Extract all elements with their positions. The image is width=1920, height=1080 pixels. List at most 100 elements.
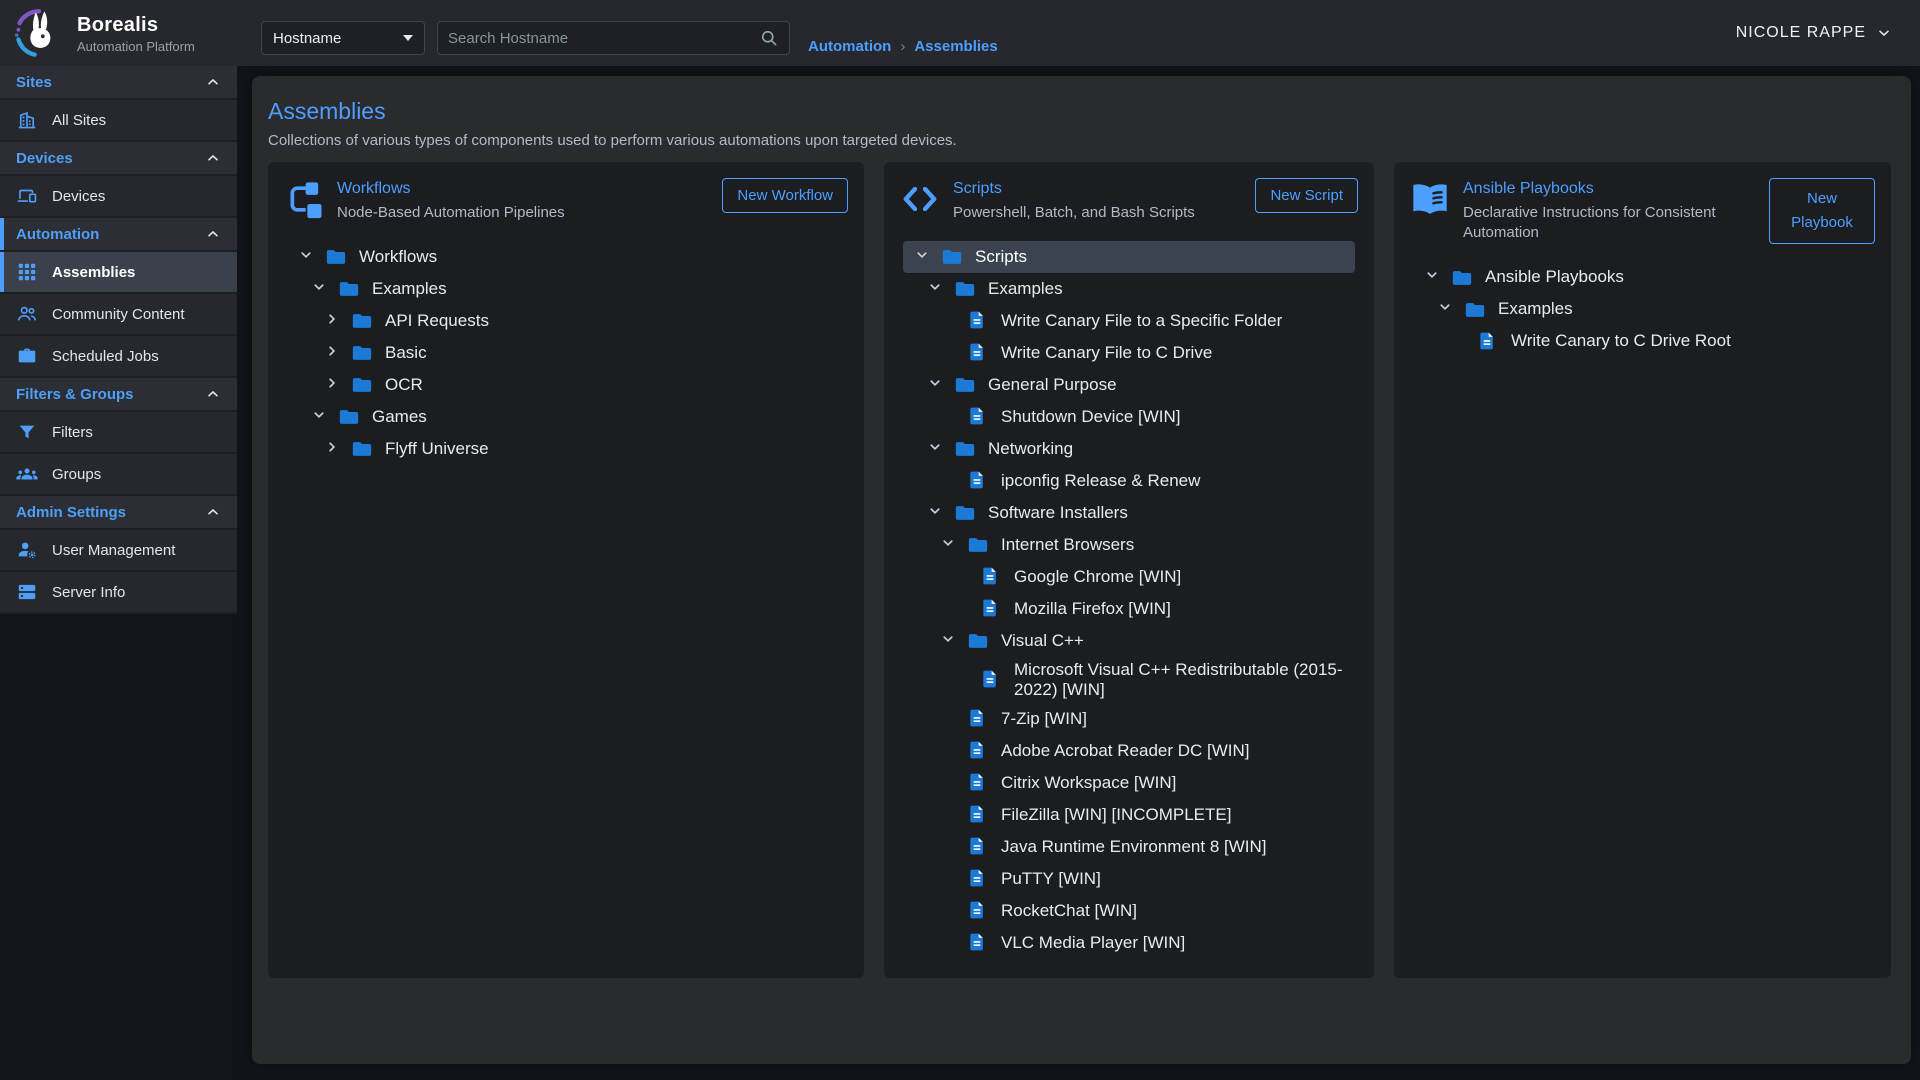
chevron-right-icon[interactable] (323, 438, 341, 461)
sidebar-item-label: Community Content (52, 306, 185, 323)
chevron-down-icon[interactable] (310, 406, 328, 429)
page-subtitle: Collections of various types of componen… (268, 132, 1895, 149)
tree-item-ocr[interactable]: OCR (287, 369, 845, 401)
search-input[interactable] (448, 30, 751, 47)
new-playbook-button[interactable]: New Playbook (1769, 178, 1875, 244)
sidebar-nav: SitesAll SitesDevicesDevicesAutomationAs… (0, 66, 237, 614)
file-icon (967, 868, 989, 890)
new-script-button[interactable]: New Script (1255, 178, 1358, 213)
tree-item-vlc-media-player-win[interactable]: VLC Media Player [WIN] (903, 927, 1355, 959)
tree-item-7-zip-win[interactable]: 7-Zip [WIN] (903, 703, 1355, 735)
sidebar-item-filters[interactable]: Filters (0, 412, 237, 452)
tree-item-visual-c[interactable]: Visual C++ (903, 625, 1355, 657)
sidebar-item-server-info[interactable]: Server Info (0, 572, 237, 612)
workflows-tree: WorkflowsExamplesAPI Requests Basic OCR Gam… (268, 241, 864, 465)
hostname-select[interactable]: Hostname (261, 21, 425, 55)
tree-item-internet-browsers[interactable]: Internet Browsers (903, 529, 1355, 561)
tree-item-games[interactable]: Games (287, 401, 845, 433)
chevron-right-icon[interactable] (323, 374, 341, 397)
tree-item-examples[interactable]: Examples (1413, 294, 1872, 326)
sidebar-section-automation[interactable]: Automation (0, 218, 237, 250)
tree-item-write-canary-to-c-drive-root[interactable]: Write Canary to C Drive Root (1413, 326, 1872, 358)
tree-item-write-canary-file-to-a-specific-folder[interactable]: Write Canary File to a Specific Folder (903, 305, 1355, 337)
tree-chevron-slot (323, 374, 351, 397)
tree-item-write-canary-file-to-c-drive[interactable]: Write Canary File to C Drive (903, 337, 1355, 369)
tree-item-basic[interactable]: Basic (287, 337, 845, 369)
chevron-down-icon[interactable] (1423, 266, 1441, 289)
new-workflow-button[interactable]: New Workflow (722, 178, 848, 213)
breadcrumb-assemblies[interactable]: Assemblies (914, 38, 997, 55)
chevron-down-icon[interactable] (926, 278, 944, 301)
breadcrumb-automation[interactable]: Automation (808, 38, 891, 55)
sidebar-section-devices[interactable]: Devices (0, 142, 237, 174)
brand-tagline: Automation Platform (77, 39, 195, 54)
tree-item-workflows[interactable]: Workflows (287, 241, 845, 273)
tree-item-shutdown-device-win[interactable]: Shutdown Device [WIN] (903, 401, 1355, 433)
file-icon (967, 900, 989, 922)
file-icon (980, 566, 1002, 588)
folder-icon (967, 630, 989, 652)
chevron-down-icon[interactable] (926, 438, 944, 461)
sidebar-section-filters-groups[interactable]: Filters & Groups (0, 378, 237, 410)
sidebar-item-community-content[interactable]: Community Content (0, 294, 237, 334)
tree-item-label: OCR (385, 372, 423, 398)
chevron-down-icon[interactable] (926, 374, 944, 397)
sidebar-item-devices[interactable]: Devices (0, 176, 237, 216)
tree-item-ansible-playbooks[interactable]: Ansible Playbooks (1413, 262, 1872, 294)
tree-item-label: Write Canary File to C Drive (1001, 340, 1212, 366)
scripts-card: Scripts Powershell, Batch, and Bash Scri… (884, 162, 1374, 978)
chevron-down-icon[interactable] (297, 246, 315, 269)
tree-item-label: Citrix Workspace [WIN] (1001, 770, 1176, 796)
tree-item-microsoft-visual-c-redistributable-2015-2022-win[interactable]: Microsoft Visual C++ Redistributable (20… (903, 657, 1355, 703)
tree-item-label: ipconfig Release & Renew (1001, 468, 1200, 494)
tree-item-filezilla-win-incomplete[interactable]: FileZilla [WIN] [INCOMPLETE] (903, 799, 1355, 831)
sidebar-item-assemblies[interactable]: Assemblies (0, 252, 237, 292)
tree-item-mozilla-firefox-win[interactable]: Mozilla Firefox [WIN] (903, 593, 1355, 625)
tree-item-google-chrome-win[interactable]: Google Chrome [WIN] (903, 561, 1355, 593)
chevron-down-icon[interactable] (926, 502, 944, 525)
sidebar-item-groups[interactable]: Groups (0, 454, 237, 494)
sidebar-item-all-sites[interactable]: All Sites (0, 100, 237, 140)
chevron-down-icon[interactable] (310, 278, 328, 301)
chevron-down-icon[interactable] (939, 630, 957, 653)
tree-item-general-purpose[interactable]: General Purpose (903, 369, 1355, 401)
tree-item-label: Write Canary to C Drive Root (1511, 328, 1731, 354)
top-header: Borealis Automation Platform Hostname Au… (0, 0, 1920, 66)
borealis-rabbit-logo-icon (13, 7, 65, 59)
file-icon (967, 342, 989, 364)
chevron-right-icon[interactable] (323, 310, 341, 333)
chevron-right-icon[interactable] (323, 342, 341, 365)
chevron-down-icon[interactable] (939, 534, 957, 557)
tree-item-ipconfig-release-renew[interactable]: ipconfig Release & Renew (903, 465, 1355, 497)
tree-item-networking[interactable]: Networking (903, 433, 1355, 465)
folder-icon (325, 246, 347, 268)
file-icon (967, 470, 989, 492)
sidebar-item-user-management[interactable]: User Management (0, 530, 237, 570)
tree-item-rocketchat-win[interactable]: RocketChat [WIN] (903, 895, 1355, 927)
tree-item-label: Basic (385, 340, 427, 366)
tree-item-adobe-acrobat-reader-dc-win[interactable]: Adobe Acrobat Reader DC [WIN] (903, 735, 1355, 767)
tree-chevron-slot (310, 406, 338, 429)
brand-logo-link[interactable]: Borealis Automation Platform (0, 7, 237, 59)
chevron-down-icon[interactable] (913, 246, 931, 269)
tree-item-flyff-universe[interactable]: Flyff Universe (287, 433, 845, 465)
chevron-down-icon[interactable] (1436, 298, 1454, 321)
sidebar-section-sites[interactable]: Sites (0, 66, 237, 98)
sidebar-item-scheduled-jobs[interactable]: Scheduled Jobs (0, 336, 237, 376)
search-icon[interactable] (759, 28, 779, 48)
server-icon (16, 581, 38, 603)
user-menu[interactable]: NICOLE RAPPE (1736, 24, 1892, 42)
sidebar-section-admin-settings[interactable]: Admin Settings (0, 496, 237, 528)
tree-item-citrix-workspace-win[interactable]: Citrix Workspace [WIN] (903, 767, 1355, 799)
borealis-app: { "brand": { "name": "Borealis", "taglin… (0, 0, 1920, 1080)
folder-icon (351, 438, 373, 460)
tree-item-scripts[interactable]: Scripts (903, 241, 1355, 273)
tree-item-software-installers[interactable]: Software Installers (903, 497, 1355, 529)
caret-down-icon (403, 35, 413, 41)
tree-item-examples[interactable]: Examples (287, 273, 845, 305)
tree-item-putty-win[interactable]: PuTTY [WIN] (903, 863, 1355, 895)
tree-item-examples[interactable]: Examples (903, 273, 1355, 305)
tree-item-api-requests[interactable]: API Requests (287, 305, 845, 337)
tree-item-java-runtime-environment-8-win[interactable]: Java Runtime Environment 8 [WIN] (903, 831, 1355, 863)
tree-item-label: Google Chrome [WIN] (1014, 564, 1181, 590)
